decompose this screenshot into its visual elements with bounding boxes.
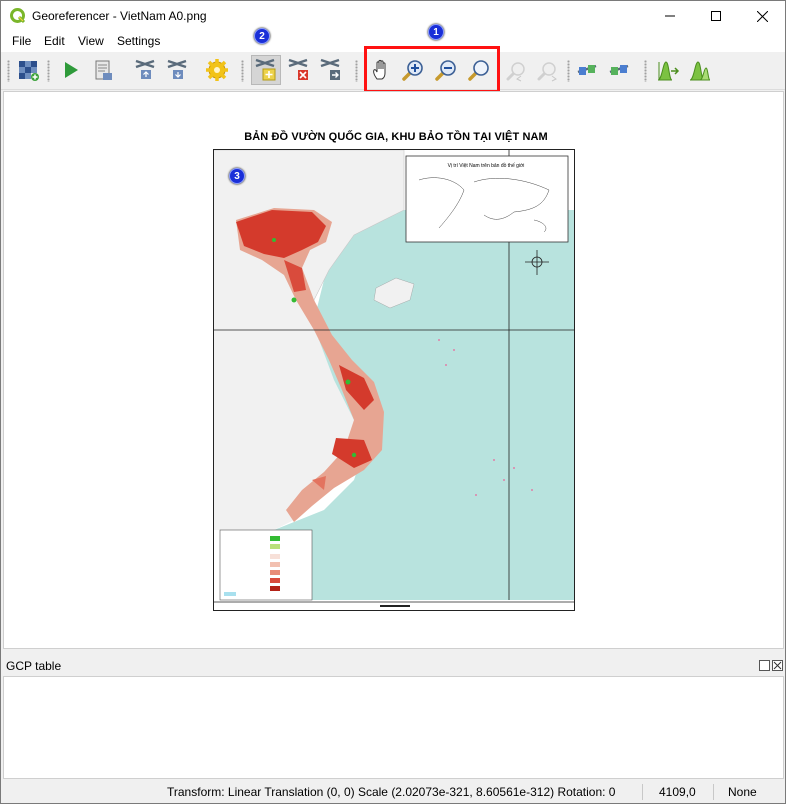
delete-point-icon [288, 58, 308, 80]
save-gcp-points-button[interactable] [164, 57, 190, 83]
maximize-button[interactable] [693, 1, 739, 31]
toolbar-grip[interactable] [241, 60, 244, 82]
annotation-badge-1: 1 [428, 24, 444, 40]
close-button[interactable] [739, 1, 785, 31]
link-qgis-to-georeferencer-icon [609, 64, 629, 75]
gcp-table-header: GCP table [1, 657, 785, 675]
generate-gdal-script-button[interactable] [90, 57, 116, 83]
close-icon [773, 661, 782, 670]
menu-edit[interactable]: Edit [44, 34, 65, 48]
georeferencer-window: Georeferencer - VietNam A0.png File Edit… [0, 0, 786, 804]
transformation-settings-icon [206, 59, 228, 81]
canvas-panel-splitter[interactable] [1, 649, 785, 657]
annotation-badge-3: 3 [229, 168, 245, 184]
start-georeferencing-button[interactable] [57, 57, 83, 83]
zoom-last-button[interactable] [504, 57, 530, 83]
annotation-badge-2: 2 [254, 28, 270, 44]
save-gcp-points-icon [167, 59, 187, 79]
full-histogram-stretch-button[interactable] [655, 57, 681, 83]
link-georeferencer-to-qgis-icon [577, 64, 597, 75]
minimize-icon [665, 15, 675, 17]
float-panel-button[interactable] [759, 660, 770, 671]
full-histogram-stretch-icon [657, 61, 680, 81]
status-bar: Transform: Linear Translation (0, 0) Sca… [1, 781, 785, 803]
local-histogram-stretch-icon [689, 61, 711, 81]
add-point-icon [255, 58, 276, 81]
menu-view[interactable]: View [78, 34, 104, 48]
transformation-settings-button[interactable] [204, 57, 230, 83]
zoom-last-icon [506, 62, 525, 82]
status-separator [642, 784, 643, 800]
gcp-table[interactable] [3, 676, 784, 779]
zoom-tools-highlight [364, 46, 500, 93]
toolbar-grip[interactable] [567, 60, 570, 82]
minimize-button[interactable] [647, 1, 693, 31]
open-raster-icon [19, 61, 39, 81]
close-icon [756, 10, 768, 22]
title-bar[interactable]: Georeferencer - VietNam A0.png [1, 1, 785, 31]
zoom-next-button[interactable] [535, 57, 561, 83]
gcp-table-title: GCP table [6, 659, 62, 673]
window-title: Georeferencer - VietNam A0.png [32, 9, 207, 23]
link-georeferencer-to-qgis-button[interactable] [574, 57, 600, 83]
inset-title: Vị trí Việt Nam trên bản đồ thế giới [448, 163, 525, 169]
move-gcp-point-button[interactable] [318, 57, 344, 83]
vietnam-map-graphic: Vị trí Việt Nam trên bản đồ thế giới [214, 150, 574, 610]
raster-map-image[interactable]: Vị trí Việt Nam trên bản đồ thế giới [213, 149, 575, 611]
delete-point-button[interactable] [286, 57, 312, 83]
toolbar-grip[interactable] [355, 60, 358, 82]
status-separator [713, 784, 714, 800]
toolbar-grip[interactable] [644, 60, 647, 82]
load-gcp-points-icon [135, 59, 155, 79]
toolbar-grip[interactable] [7, 60, 10, 82]
add-point-button[interactable] [251, 55, 281, 85]
move-gcp-point-icon [320, 58, 340, 80]
close-panel-button[interactable] [772, 660, 783, 671]
open-raster-button[interactable] [16, 57, 42, 83]
zoom-next-icon [537, 62, 557, 82]
status-coordinates: 4109,0 [659, 785, 696, 799]
link-qgis-to-georeferencer-button[interactable] [606, 57, 632, 83]
local-histogram-stretch-button[interactable] [687, 57, 713, 83]
menu-settings[interactable]: Settings [117, 34, 160, 48]
menu-file[interactable]: File [12, 34, 31, 48]
generate-gdal-script-icon [95, 60, 112, 80]
maximize-icon [711, 11, 721, 21]
status-crs: None [728, 785, 757, 799]
qgis-logo-icon [10, 8, 26, 24]
load-gcp-points-button[interactable] [132, 57, 158, 83]
toolbar-grip[interactable] [47, 60, 50, 82]
status-transform: Transform: Linear Translation (0, 0) Sca… [167, 785, 616, 799]
start-georeferencing-icon [65, 62, 78, 78]
map-title: BẢN ĐỒ VƯỜN QUỐC GIA, KHU BẢO TỒN TẠI VI… [244, 131, 548, 143]
